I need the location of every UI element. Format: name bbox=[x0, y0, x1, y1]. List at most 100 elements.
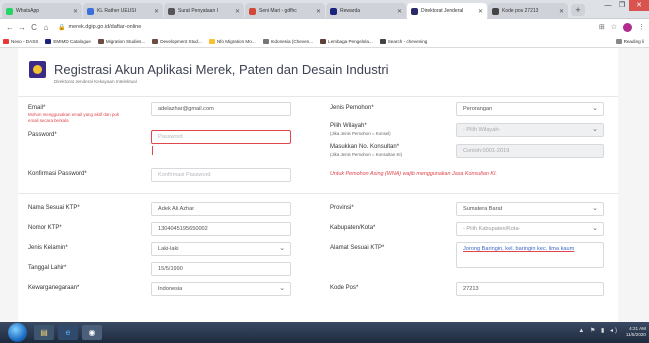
kode-pos-label: Kode Pos* bbox=[330, 285, 359, 291]
konsultan-field[interactable]: Contoh:0001-2019 bbox=[456, 144, 604, 158]
alamat-label: Alamat Sesuai KTP* bbox=[330, 245, 385, 251]
maximize-button[interactable]: ❐ bbox=[615, 0, 629, 11]
kabupaten-select[interactable]: - Pilih Kabupaten/Kota- bbox=[456, 222, 604, 236]
alamat-textarea[interactable]: Jorong Baringin, kel. baringin kec. lima… bbox=[456, 242, 604, 268]
confirm-password-label: Konfirmasi Password* bbox=[28, 171, 87, 177]
text-cursor bbox=[152, 146, 153, 155]
divider bbox=[18, 193, 618, 194]
whatsapp-icon bbox=[6, 7, 13, 15]
bookmark-item[interactable]: Nfo Migration Mo... bbox=[208, 38, 256, 44]
site-icon bbox=[411, 7, 418, 15]
close-tab-icon[interactable]: ✕ bbox=[478, 8, 483, 15]
back-button[interactable]: ← bbox=[4, 23, 16, 32]
system-tray[interactable]: ▲ ⚑ ▮ ◂) bbox=[578, 327, 619, 334]
browser-tab[interactable]: Surat Penyataan I ✕ bbox=[164, 3, 244, 19]
taskbar-clock[interactable]: 4:21 AM 11/5/2020 bbox=[626, 326, 646, 338]
chrome-icon[interactable]: ◉ bbox=[82, 325, 102, 340]
forward-button[interactable]: → bbox=[16, 23, 28, 32]
jenis-kelamin-label: Jenis Kelamin* bbox=[28, 245, 68, 251]
close-tab-icon[interactable]: ✕ bbox=[397, 8, 402, 15]
bookmark-item[interactable]: EMIMD Catalogue bbox=[45, 38, 91, 44]
bookmark-item[interactable]: Development Stud... bbox=[152, 38, 202, 44]
provinsi-select[interactable]: Sumatera Barat bbox=[456, 202, 604, 216]
close-tab-icon[interactable]: ✕ bbox=[154, 8, 159, 15]
close-tab-icon[interactable]: ✕ bbox=[73, 8, 78, 15]
kewarganegaraan-label: Kewarganegaraan* bbox=[28, 285, 80, 291]
minimize-button[interactable]: — bbox=[601, 0, 615, 11]
nomor-ktp-field[interactable]: 1304045195650002 bbox=[151, 222, 291, 236]
site-icon bbox=[168, 7, 175, 15]
bookmark-icon bbox=[208, 38, 215, 44]
star-icon[interactable]: ☆ bbox=[611, 23, 617, 32]
password-field[interactable]: Password bbox=[151, 130, 291, 144]
close-tab-icon[interactable]: ✕ bbox=[235, 8, 240, 15]
home-button[interactable]: ⌂ bbox=[40, 23, 52, 32]
kewarganegaraan-select[interactable]: Indonesia bbox=[151, 282, 291, 296]
start-button[interactable] bbox=[8, 323, 27, 342]
bookmarks-bar: Nexo - DASS EMIMD Catalogue Migration St… bbox=[0, 35, 649, 48]
divider bbox=[18, 96, 618, 97]
pilih-wilayah-label: Pilih Wilayah* bbox=[330, 123, 367, 129]
site-icon bbox=[330, 7, 337, 15]
close-tab-icon[interactable]: ✕ bbox=[559, 8, 564, 15]
jenis-pemohon-select[interactable]: Perorangan bbox=[456, 102, 604, 116]
browser-tab[interactable]: Kode pos 27213 ✕ bbox=[488, 3, 568, 19]
bookmark-item[interactable]: Lembaga Pengelola... bbox=[320, 38, 373, 44]
browser-tab[interactable]: Rewarda ✕ bbox=[326, 3, 406, 19]
bookmark-item[interactable]: Migration Studies... bbox=[97, 38, 145, 44]
address-bar[interactable]: 🔒 merek.dgip.go.id/daftar-online bbox=[58, 21, 593, 33]
jenis-pemohon-label: Jenis Pemohon* bbox=[330, 105, 374, 111]
translate-icon[interactable]: ⊞ bbox=[599, 23, 605, 32]
bookmark-icon bbox=[262, 38, 269, 44]
profile-avatar[interactable] bbox=[623, 22, 632, 32]
bookmark-item[interactable]: Search - chevening bbox=[379, 38, 427, 44]
browser-tab[interactable]: WhatsApp ✕ bbox=[2, 3, 82, 19]
kode-pos-field[interactable]: 27213 bbox=[456, 282, 604, 296]
tanggal-lahir-label: Tanggal Lahir* bbox=[28, 265, 67, 271]
bookmark-item[interactable]: Indonesia (Cheven... bbox=[262, 38, 313, 44]
internet-explorer-icon[interactable]: e bbox=[58, 325, 78, 340]
windows-taskbar: ▤ e ◉ ▲ ⚑ ▮ ◂) 4:21 AM 11/5/2020 bbox=[0, 322, 649, 343]
email-label: Email* bbox=[28, 105, 46, 111]
url-text: merek.dgip.go.id/daftar-online bbox=[68, 24, 142, 30]
lock-icon: 🔒 bbox=[58, 24, 66, 31]
registration-card: Registrasi Akun Aplikasi Merek, Paten da… bbox=[18, 48, 618, 322]
page-subtitle: Direktorat Jenderal Kekayaan Intelektual bbox=[54, 79, 137, 84]
bookmark-icon bbox=[3, 38, 9, 44]
clock-date: 11/5/2020 bbox=[625, 332, 646, 337]
tanggal-lahir-field[interactable]: 15/5/1990 bbox=[151, 262, 291, 276]
bookmark-icon bbox=[152, 38, 159, 44]
kabupaten-label: Kabupaten/Kota* bbox=[330, 225, 376, 231]
nama-ktp-field[interactable]: Adek Ali Azhar bbox=[151, 202, 291, 216]
menu-icon[interactable]: ⋮ bbox=[638, 23, 645, 32]
close-tab-icon[interactable]: ✕ bbox=[316, 8, 321, 15]
bookmark-item[interactable]: Nexo - DASS bbox=[3, 38, 38, 44]
email-field[interactable]: adelazhar@gmail.com bbox=[151, 102, 291, 116]
bookmark-icon bbox=[379, 38, 386, 44]
site-icon bbox=[492, 7, 499, 15]
browser-tab[interactable]: Seni Mari - gdfhc ✕ bbox=[245, 3, 325, 19]
reload-button[interactable]: C bbox=[28, 23, 40, 32]
password-label: Password* bbox=[28, 132, 57, 138]
site-icon bbox=[87, 7, 94, 15]
close-window-button[interactable]: ✕ bbox=[629, 0, 649, 11]
email-hint: Mohon menggunakan email yang aktif dan p… bbox=[28, 112, 120, 123]
reading-list-icon bbox=[615, 38, 622, 44]
djki-logo bbox=[29, 61, 46, 78]
pilih-wilayah-select[interactable]: - Pilih Wilayah- bbox=[456, 123, 604, 137]
wna-warning: Untuk Pemohon Asing (WNA) wajib mengguna… bbox=[330, 171, 497, 177]
jenis-kelamin-select[interactable]: Laki-laki bbox=[151, 242, 291, 256]
browser-tab-active[interactable]: Direktorat Jenderal ✕ bbox=[407, 3, 487, 19]
nama-ktp-label: Nama Sesuai KTP* bbox=[28, 205, 80, 211]
new-tab-button[interactable]: + bbox=[571, 4, 585, 16]
browser-tab[interactable]: KL Rather UEUSI ✕ bbox=[83, 3, 163, 19]
bookmark-icon bbox=[97, 38, 104, 44]
page-title: Registrasi Akun Aplikasi Merek, Paten da… bbox=[54, 62, 389, 77]
bookmark-icon bbox=[320, 38, 327, 44]
bookmark-icon bbox=[45, 38, 52, 44]
pilih-wilayah-note: (Jika Jenis Pemohon = Konsel) bbox=[330, 131, 391, 136]
site-icon bbox=[249, 7, 256, 15]
reading-list-button[interactable]: Reading li bbox=[615, 38, 644, 44]
confirm-password-field[interactable]: Konfirmasi Password bbox=[151, 168, 291, 182]
file-explorer-icon[interactable]: ▤ bbox=[34, 325, 54, 340]
